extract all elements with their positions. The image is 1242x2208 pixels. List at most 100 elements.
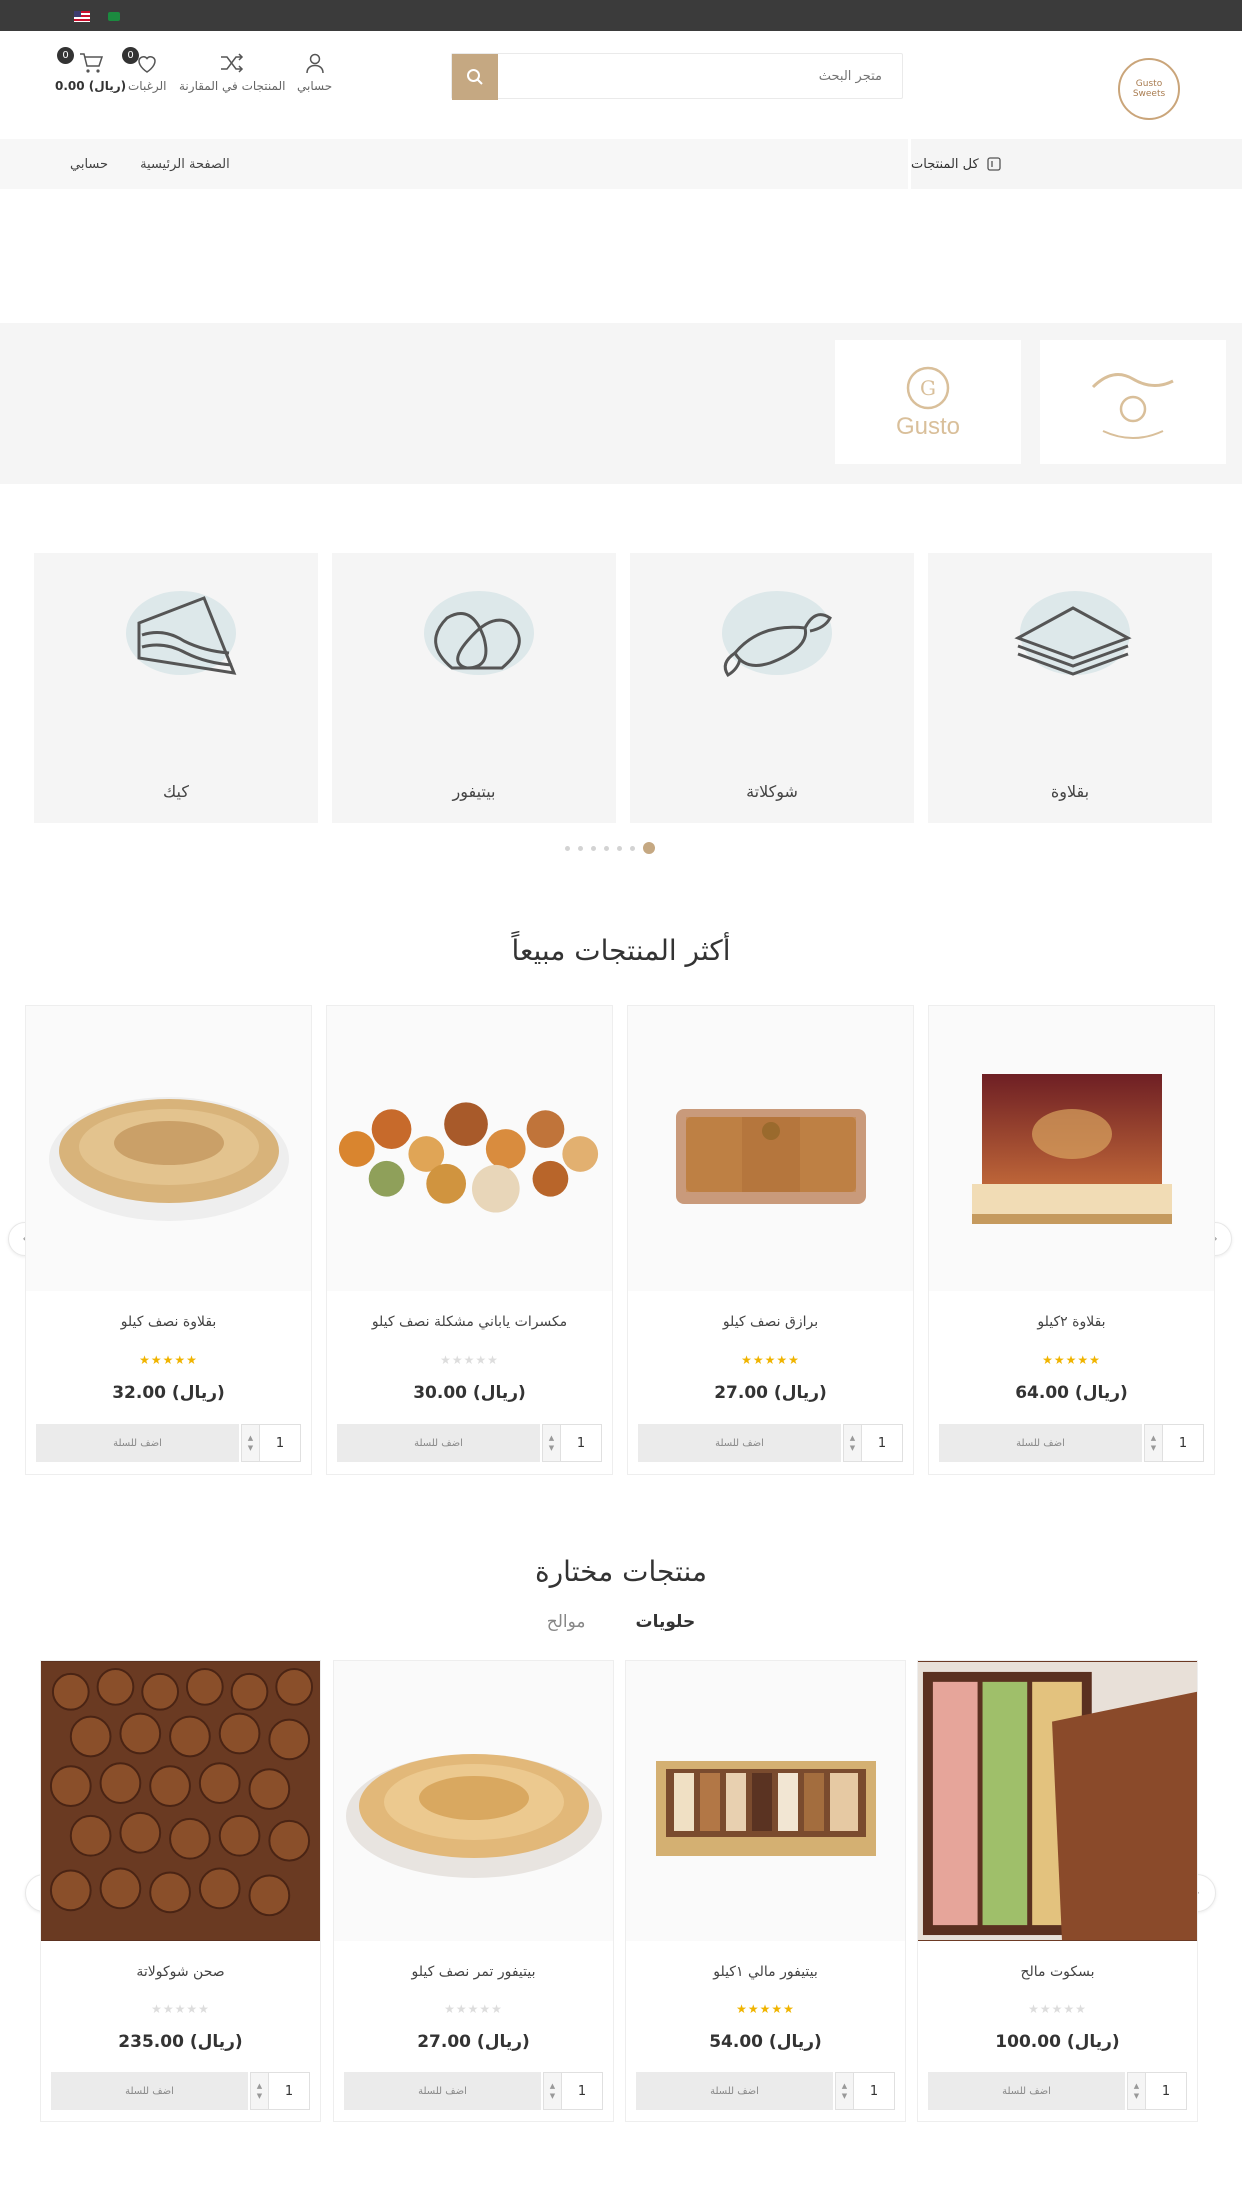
quantity-value[interactable]: 1 — [1163, 1436, 1203, 1451]
arrow-up-icon[interactable]: ▲ — [850, 1433, 855, 1443]
quantity-value[interactable]: 1 — [854, 2084, 894, 2099]
compare-link[interactable]: المنتجات في المقارنة — [179, 51, 285, 93]
arrow-down-icon[interactable]: ▼ — [550, 2091, 555, 2101]
pagination-dot[interactable] — [630, 845, 635, 851]
category-card[interactable]: بقلاوة — [928, 553, 1212, 823]
stepper-arrows[interactable]: ▲ ▼ — [836, 2073, 854, 2109]
product-card[interactable]: بقلاوة نصف كيلو ★★★★★ 32.00 (ريال) ▲ ▼ 1 … — [25, 1005, 312, 1475]
brand-card[interactable] — [1040, 340, 1226, 464]
quantity-stepper[interactable]: ▲ ▼ 1 — [835, 2072, 895, 2110]
category-card[interactable]: شوكلاتة — [630, 553, 914, 823]
quantity-stepper[interactable]: ▲ ▼ 1 — [1127, 2072, 1187, 2110]
arrow-down-icon[interactable]: ▼ — [842, 2091, 847, 2101]
quantity-value[interactable]: 1 — [561, 1436, 601, 1451]
pagination-dot[interactable] — [617, 845, 622, 851]
product-name[interactable]: برازق نصف كيلو — [628, 1314, 913, 1330]
product-card[interactable]: بقلاوة ٢كيلو ★★★★★ 64.00 (ريال) ▲ ▼ 1 اضف… — [928, 1005, 1215, 1475]
arrow-down-icon[interactable]: ▼ — [248, 1443, 253, 1453]
add-to-cart-button[interactable]: اضف للسلة — [337, 1424, 540, 1462]
quantity-value[interactable]: 1 — [1146, 2084, 1186, 2099]
pagination-dot[interactable] — [578, 845, 583, 851]
product-price: 100.00 (ريال) — [995, 2032, 1120, 2052]
product-image[interactable] — [929, 1006, 1214, 1291]
product-card[interactable]: مكسرات ياباني مشكلة نصف كيلو ★★★★★ 30.00… — [326, 1005, 613, 1475]
sa-flag-icon[interactable] — [108, 12, 120, 21]
category-card[interactable]: كيك — [34, 553, 318, 823]
product-card[interactable]: برازق نصف كيلو ★★★★★ 27.00 (ريال) ▲ ▼ 1 ا… — [627, 1005, 914, 1475]
add-to-cart-button[interactable]: اضف للسلة — [344, 2072, 541, 2110]
us-flag-icon[interactable] — [74, 11, 90, 22]
tab-sweets[interactable]: حلويات — [636, 1612, 696, 1632]
pagination-dot[interactable] — [565, 845, 570, 851]
quantity-value[interactable]: 1 — [562, 2084, 602, 2099]
search-input[interactable] — [498, 54, 902, 98]
add-to-cart-button[interactable]: اضف للسلة — [36, 1424, 239, 1462]
quantity-value[interactable]: 1 — [260, 1436, 300, 1451]
product-image[interactable] — [626, 1661, 905, 1941]
arrow-up-icon[interactable]: ▲ — [1134, 2081, 1139, 2091]
product-name[interactable]: بيتيفور مالي ١كيلو — [626, 1964, 905, 1980]
pagination-dot[interactable] — [604, 845, 609, 851]
product-image[interactable] — [327, 1006, 612, 1291]
arrow-up-icon[interactable]: ▲ — [1151, 1433, 1156, 1443]
stepper-arrows[interactable]: ▲ ▼ — [1145, 1425, 1163, 1461]
product-image[interactable] — [41, 1661, 320, 1941]
product-name[interactable]: بقلاوة ٢كيلو — [929, 1314, 1214, 1330]
product-name[interactable]: بسكوت مالح — [918, 1964, 1197, 1980]
arrow-down-icon[interactable]: ▼ — [1134, 2091, 1139, 2101]
add-to-cart-button[interactable]: اضف للسلة — [51, 2072, 248, 2110]
arrow-down-icon[interactable]: ▼ — [549, 1443, 554, 1453]
category-card[interactable]: بيتيفور — [332, 553, 616, 823]
add-to-cart-button[interactable]: اضف للسلة — [638, 1424, 841, 1462]
arrow-down-icon[interactable]: ▼ — [850, 1443, 855, 1453]
quantity-value[interactable]: 1 — [269, 2084, 309, 2099]
add-to-cart-button[interactable]: اضف للسلة — [939, 1424, 1142, 1462]
stepper-arrows[interactable]: ▲ ▼ — [844, 1425, 862, 1461]
quantity-stepper[interactable]: ▲ ▼ 1 — [542, 1424, 602, 1462]
product-image[interactable] — [334, 1661, 613, 1941]
product-name[interactable]: بقلاوة نصف كيلو — [26, 1314, 311, 1330]
arrow-up-icon[interactable]: ▲ — [549, 1433, 554, 1443]
arrow-up-icon[interactable]: ▲ — [842, 2081, 847, 2091]
store-logo[interactable]: Gusto Sweets — [1118, 58, 1180, 120]
quantity-stepper[interactable]: ▲ ▼ 1 — [1144, 1424, 1204, 1462]
product-card[interactable]: بيتيفور تمر نصف كيلو ★★★★★ 27.00 (ريال) … — [333, 1660, 614, 2122]
quantity-stepper[interactable]: ▲ ▼ 1 — [843, 1424, 903, 1462]
product-name[interactable]: مكسرات ياباني مشكلة نصف كيلو — [327, 1314, 612, 1330]
quantity-value[interactable]: 1 — [862, 1436, 902, 1451]
arrow-down-icon[interactable]: ▼ — [257, 2091, 262, 2101]
stepper-arrows[interactable]: ▲ ▼ — [251, 2073, 269, 2109]
stepper-arrows[interactable]: ▲ ▼ — [543, 1425, 561, 1461]
quantity-stepper[interactable]: ▲ ▼ 1 — [543, 2072, 603, 2110]
product-card[interactable]: بسكوت مالح ★★★★★ 100.00 (ريال) ▲ ▼ 1 اضف … — [917, 1660, 1198, 2122]
arrow-up-icon[interactable]: ▲ — [248, 1433, 253, 1443]
product-image[interactable] — [26, 1006, 311, 1291]
nav-link-home[interactable]: الصفحة الرئيسية — [140, 157, 230, 172]
pagination-dot-active[interactable] — [643, 842, 655, 854]
nav-link-account[interactable]: حسابي — [70, 157, 108, 172]
quantity-stepper[interactable]: ▲ ▼ 1 — [241, 1424, 301, 1462]
all-products-menu[interactable]: كل المنتجات — [908, 139, 1242, 189]
search-button[interactable] — [452, 54, 498, 100]
cart-link[interactable]: 0.00 (ريال) 0 — [55, 47, 126, 93]
add-to-cart-button[interactable]: اضف للسلة — [928, 2072, 1125, 2110]
product-name[interactable]: بيتيفور تمر نصف كيلو — [334, 1964, 613, 1980]
stepper-arrows[interactable]: ▲ ▼ — [242, 1425, 260, 1461]
arrow-up-icon[interactable]: ▲ — [550, 2081, 555, 2091]
account-link[interactable]: حسابي — [297, 51, 332, 93]
product-card[interactable]: صحن شوكولاتة ★★★★★ 235.00 (ريال) ▲ ▼ 1 اض… — [40, 1660, 321, 2122]
arrow-up-icon[interactable]: ▲ — [257, 2081, 262, 2091]
product-image[interactable] — [918, 1661, 1197, 1941]
arrow-down-icon[interactable]: ▼ — [1151, 1443, 1156, 1453]
product-image[interactable] — [628, 1006, 913, 1291]
tab-savory[interactable]: موالح — [547, 1612, 586, 1632]
stepper-arrows[interactable]: ▲ ▼ — [1128, 2073, 1146, 2109]
stepper-arrows[interactable]: ▲ ▼ — [544, 2073, 562, 2109]
wishlist-link[interactable]: الرغبات 0 — [122, 47, 166, 93]
product-name[interactable]: صحن شوكولاتة — [41, 1964, 320, 1980]
product-card[interactable]: بيتيفور مالي ١كيلو ★★★★★ 54.00 (ريال) ▲ ▼… — [625, 1660, 906, 2122]
brand-card[interactable]: G Gusto — [835, 340, 1021, 464]
quantity-stepper[interactable]: ▲ ▼ 1 — [250, 2072, 310, 2110]
add-to-cart-button[interactable]: اضف للسلة — [636, 2072, 833, 2110]
pagination-dot[interactable] — [591, 845, 596, 851]
